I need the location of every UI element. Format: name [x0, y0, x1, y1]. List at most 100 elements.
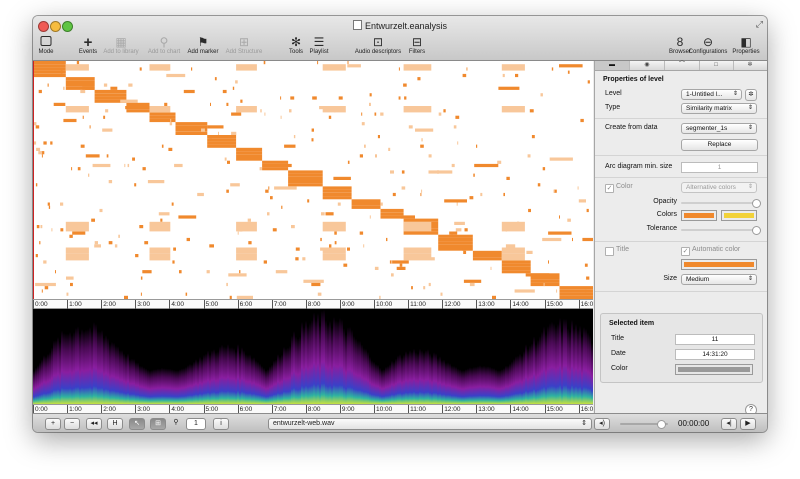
matrix-light-band — [65, 106, 89, 113]
spectrogram-column — [187, 365, 189, 404]
matrix-similarity-mark — [490, 266, 492, 270]
matrix-similarity-mark — [420, 192, 422, 197]
time-display: 00:00:00 — [678, 419, 710, 428]
page-field[interactable]: 1 — [186, 418, 206, 430]
mode-button[interactable]: Mode — [38, 36, 54, 55]
level-settings-button[interactable]: ✲ — [745, 89, 757, 101]
spectrogram-column — [147, 369, 149, 404]
spectrogram-column — [143, 367, 145, 404]
spectrogram-column — [577, 329, 579, 404]
title-color-swatch[interactable] — [681, 259, 757, 270]
previous-button[interactable]: ◂| — [721, 418, 737, 430]
similarity-matrix[interactable] — [33, 61, 596, 299]
spectrogram-column — [101, 330, 103, 404]
search-button[interactable]: ⚲ — [171, 418, 181, 428]
color-swatch-1[interactable] — [681, 210, 717, 221]
info-button[interactable]: i — [213, 418, 229, 430]
add-to-library-button[interactable]: ▦ Add to library — [103, 36, 138, 56]
audio-descriptors-button[interactable]: ⊡ Audio descriptors — [355, 36, 401, 56]
matrix-similarity-mark — [363, 244, 365, 248]
spectrogram-column — [509, 363, 511, 404]
matrix-similarity-mark — [421, 189, 423, 193]
gear-tab[interactable]: ✲ — [733, 61, 767, 70]
matrix-similarity-mark — [39, 241, 41, 245]
matrix-similarity-mark — [529, 109, 534, 113]
audio-file-select[interactable]: entwurzelt-web.wav ⇕ — [268, 418, 592, 430]
spectrogram-column — [303, 327, 305, 404]
automatic-color-checkbox[interactable]: ✓ — [681, 247, 690, 256]
spectrogram-column — [231, 347, 233, 404]
color-mode-select[interactable]: Alternative colors ⇕ — [681, 182, 757, 193]
matrix-similarity-mark — [451, 163, 455, 168]
spectrogram[interactable] — [33, 309, 593, 405]
spectrogram-column — [533, 336, 535, 404]
rewind-button[interactable]: ◂◂ — [86, 418, 102, 430]
create-from-data-select[interactable]: segmenter_1s ⇕ — [681, 123, 757, 134]
tolerance-slider[interactable] — [681, 226, 761, 235]
play-button[interactable]: ▶ — [740, 418, 756, 430]
filters-button[interactable]: ⊟ Filters — [409, 36, 425, 56]
matrix-similarity-mark — [247, 218, 251, 222]
matrix-similarity-mark — [206, 270, 210, 274]
type-select[interactable]: Similarity matrix ⇕ — [681, 103, 757, 114]
matrix-similarity-mark — [347, 61, 349, 65]
playlist-button[interactable]: ☰ Playlist — [309, 36, 328, 56]
add-to-chart-button[interactable]: ⚲ Add to chart — [148, 36, 180, 56]
mark-button[interactable]: H — [107, 418, 123, 430]
spectrogram-column — [359, 340, 361, 404]
spectrogram-column — [305, 320, 307, 404]
spectrogram-column — [361, 344, 363, 404]
selected-color-swatch[interactable] — [675, 364, 753, 375]
cursor-tool-button[interactable]: ↖ — [129, 418, 145, 430]
square-tab[interactable]: □ — [699, 61, 734, 70]
replace-button[interactable]: Replace — [681, 139, 758, 151]
arc-diagram-min-size-field[interactable]: 1 — [681, 162, 758, 173]
volume-slider[interactable] — [620, 420, 668, 429]
add-marker-button[interactable]: ⚑ Add marker — [187, 36, 218, 56]
opacity-slider[interactable] — [681, 199, 761, 208]
spectrogram-column — [349, 326, 351, 404]
matrix-similarity-mark — [311, 138, 314, 142]
events-button[interactable]: + Events — [79, 35, 97, 55]
configurations-button[interactable]: ⊖ Configurations — [689, 36, 728, 56]
time-tick-label: 12:00 — [442, 300, 461, 309]
size-select[interactable]: Medium ⇕ — [681, 274, 757, 285]
matrix-similarity-mark — [35, 183, 38, 187]
shape-tab[interactable]: ⌒ — [665, 61, 700, 70]
color-checkbox[interactable]: ✓ — [605, 184, 614, 193]
spectrogram-column — [55, 340, 57, 404]
matrix-similarity-mark — [347, 247, 350, 251]
spectrogram-column — [559, 317, 561, 404]
selected-title-field[interactable]: 11 — [675, 334, 755, 345]
spectrogram-column — [433, 352, 435, 404]
opacity-slider-knob[interactable] — [752, 199, 761, 208]
matrix-similarity-mark — [328, 115, 332, 119]
tools-button[interactable]: ✻ Tools — [289, 36, 303, 56]
timeline-ruler-top[interactable]: 0:00 1:00 2:00 3:00 4:00 5:00 6:00 7:00 8:00 9:00… — [33, 299, 593, 309]
spectrogram-column — [295, 336, 297, 404]
spectrogram-column — [245, 354, 247, 404]
matrix-similarity-mark — [548, 260, 549, 264]
selected-date-field[interactable]: 14:31:20 — [675, 349, 755, 360]
volume-button[interactable]: ◂) — [594, 418, 610, 430]
add-button[interactable]: + — [45, 418, 61, 430]
volume-slider-knob[interactable] — [656, 420, 666, 429]
eye-tab[interactable]: ◉ — [630, 61, 665, 70]
tolerance-slider-knob[interactable] — [752, 226, 761, 235]
properties-button[interactable]: ◧ Properties — [732, 36, 759, 56]
matrix-diagonal-block — [236, 157, 263, 161]
color-swatch-2[interactable] — [721, 210, 757, 221]
title-checkbox[interactable] — [605, 247, 614, 256]
matrix-light-band — [501, 64, 525, 71]
remove-button[interactable]: − — [64, 418, 80, 430]
level-select[interactable]: 1-Untitled l... ⇕ — [681, 89, 742, 100]
spectrogram-column — [131, 358, 133, 404]
add-structure-button[interactable]: ⊞ Add Structure — [226, 36, 263, 56]
matrix-similarity-mark — [454, 221, 465, 225]
matrix-similarity-mark — [388, 147, 391, 151]
info-tab[interactable]: ▬ — [595, 61, 630, 70]
grid-tool-button[interactable]: ⊞ — [150, 418, 166, 430]
matrix-similarity-mark — [403, 83, 407, 87]
chevron-updown-icon: ⇕ — [747, 125, 753, 131]
fullscreen-icon[interactable]: ⤢ — [756, 19, 763, 30]
